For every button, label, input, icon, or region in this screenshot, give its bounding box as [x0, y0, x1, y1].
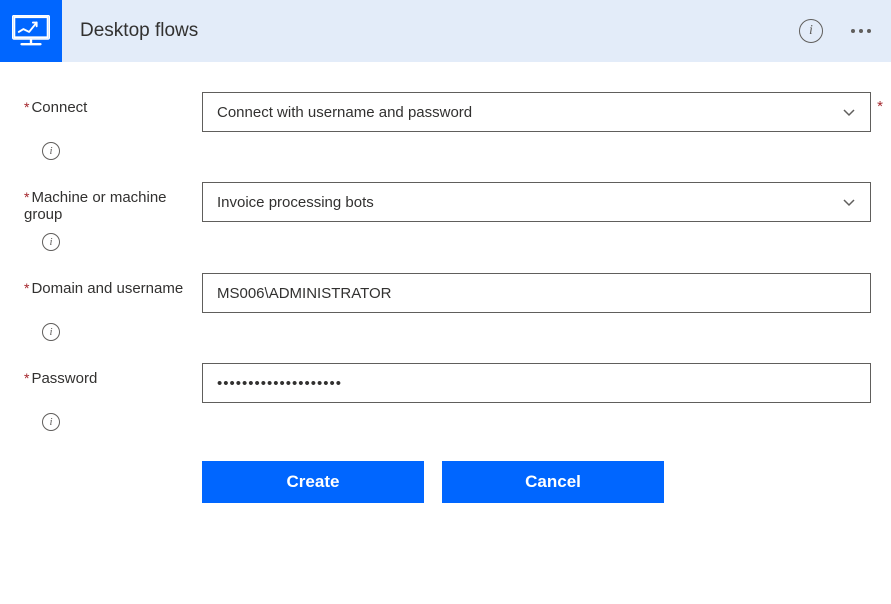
- desktop-flows-icon: [12, 15, 50, 47]
- domain-username-input[interactable]: [202, 273, 871, 313]
- connector-icon-box: [0, 0, 62, 62]
- chevron-down-icon: [842, 195, 856, 209]
- machine-value: Invoice processing bots: [217, 194, 374, 211]
- header-actions: i: [799, 19, 875, 43]
- required-mark: *: [24, 280, 29, 296]
- domain-label: *Domain and username: [20, 273, 202, 297]
- info-icon[interactable]: i: [42, 233, 60, 251]
- create-button[interactable]: Create: [202, 461, 424, 503]
- required-mark: *: [24, 370, 29, 386]
- more-menu-icon[interactable]: [847, 25, 875, 37]
- info-icon[interactable]: i: [42, 413, 60, 431]
- cancel-button[interactable]: Cancel: [442, 461, 664, 503]
- machine-label: *Machine or machine group: [20, 182, 202, 223]
- chevron-down-icon: [842, 105, 856, 119]
- password-input[interactable]: [202, 363, 871, 403]
- form-container: *Connect Connect with username and passw…: [0, 62, 891, 523]
- connect-row: *Connect Connect with username and passw…: [20, 92, 871, 132]
- machine-row: *Machine or machine group Invoice proces…: [20, 182, 871, 223]
- required-mark: *: [24, 99, 29, 115]
- password-label: *Password: [20, 363, 202, 387]
- dialog-header: Desktop flows i: [0, 0, 891, 62]
- dialog-title: Desktop flows: [62, 20, 799, 42]
- info-icon[interactable]: i: [42, 142, 60, 160]
- required-mark-outer: *: [877, 98, 883, 115]
- connect-label: *Connect: [20, 92, 202, 116]
- machine-select[interactable]: Invoice processing bots: [202, 182, 871, 222]
- button-row: Create Cancel: [20, 461, 871, 503]
- info-icon[interactable]: i: [799, 19, 823, 43]
- password-row: *Password: [20, 363, 871, 403]
- required-mark: *: [24, 189, 29, 205]
- connect-select[interactable]: Connect with username and password: [202, 92, 871, 132]
- domain-row: *Domain and username: [20, 273, 871, 313]
- connect-value: Connect with username and password: [217, 104, 472, 121]
- info-icon[interactable]: i: [42, 323, 60, 341]
